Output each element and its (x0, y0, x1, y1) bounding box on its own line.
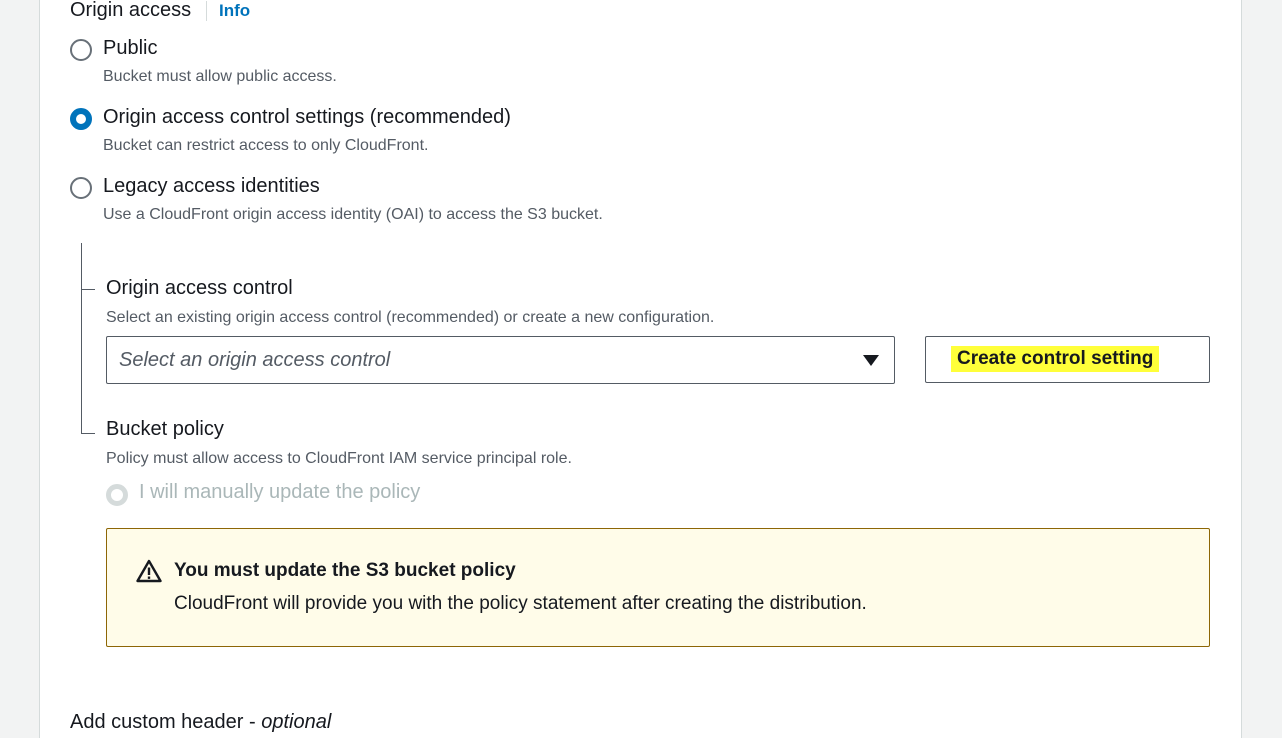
option-legacy-description: Use a CloudFront origin access identity … (103, 206, 603, 223)
create-control-setting-button[interactable]: Create control setting (925, 336, 1210, 383)
info-link[interactable]: Info (219, 1, 250, 21)
oac-section-description: Select an existing origin access control… (106, 309, 715, 326)
radio-legacy-access[interactable] (70, 177, 92, 199)
custom-header-label: Add custom header - optional (70, 711, 331, 734)
oac-select-placeholder: Select an origin access control (119, 349, 391, 371)
tree-branch (81, 433, 95, 434)
radio-manual-update-disabled (106, 484, 128, 506)
tree-connector (81, 243, 82, 434)
option-public-description: Bucket must allow public access. (103, 68, 337, 85)
option-oac-description: Bucket can restrict access to only Cloud… (103, 137, 429, 154)
option-public-label[interactable]: Public (103, 37, 157, 60)
oac-select[interactable]: Select an origin access control (106, 336, 895, 384)
bucket-policy-description: Policy must allow access to CloudFront I… (106, 450, 572, 467)
warning-icon (136, 559, 162, 583)
origin-access-label: Origin access (70, 0, 192, 21)
alert-title: You must update the S3 bucket policy (174, 560, 516, 581)
radio-origin-access-control[interactable] (70, 108, 92, 130)
optional-tag: optional (261, 711, 332, 733)
create-control-setting-label: Create control setting (951, 346, 1160, 372)
custom-header-text: Add custom header - (70, 711, 262, 733)
caret-down-icon (863, 355, 879, 366)
oac-section-label: Origin access control (106, 277, 293, 299)
manual-update-label: I will manually update the policy (139, 481, 421, 503)
radio-public[interactable] (70, 39, 92, 61)
warning-alert: You must update the S3 bucket policy Clo… (106, 528, 1210, 647)
tree-branch (81, 289, 95, 290)
header-separator (206, 1, 207, 21)
option-oac-label[interactable]: Origin access control settings (recommen… (103, 106, 511, 129)
bucket-policy-label: Bucket policy (106, 418, 224, 440)
option-legacy-label[interactable]: Legacy access identities (103, 175, 320, 198)
alert-body: CloudFront will provide you with the pol… (174, 593, 867, 614)
